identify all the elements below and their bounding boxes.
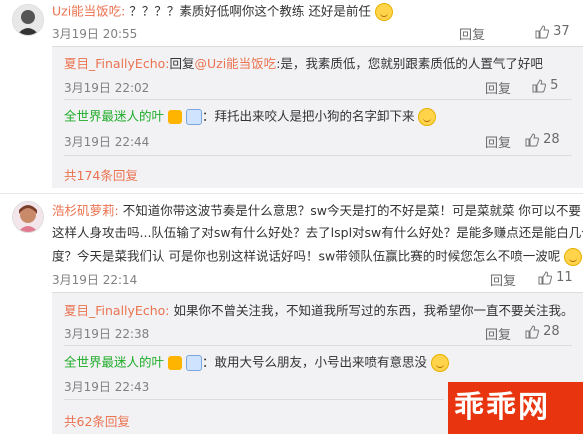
watermark-logo: 乖乖网: [448, 382, 583, 434]
reply-button[interactable]: 回复: [485, 78, 511, 97]
like-count: 37: [553, 24, 570, 39]
avatar[interactable]: [12, 4, 44, 36]
reply-username[interactable]: 全世界最迷人的叶: [64, 355, 164, 370]
reply-time: 3月19日 22:44: [64, 135, 150, 149]
watermark-text: 乖乖网: [454, 390, 550, 425]
comment-time: 3月19日 22:14: [52, 273, 138, 287]
comment-text: ？？？？素质好低啊你这个教练 还好是前任: [129, 3, 371, 19]
comment-username[interactable]: Uzi能当饭吃:: [52, 4, 125, 19]
like-count: 28: [543, 324, 560, 339]
verified-badge-icon: [185, 109, 202, 125]
vip-badge-icon: [168, 356, 182, 370]
reply-text-row: 夏目_FinallyEcho:回复@Uzi能当饭吃:是，我素质低，您就别跟素质低…: [64, 56, 543, 72]
comment-text-line: 不知道你带这波节奏是什么意思？sw今天是打的不好是菜！可是菜就菜 你可以不要: [122, 203, 581, 218]
emoji-icon: [430, 354, 449, 372]
reply-username[interactable]: 夏目_FinallyEcho:: [64, 303, 169, 318]
reply-time: 3月19日 22:43: [64, 380, 150, 394]
comment-text-row: Uzi能当饭吃: ？？？？素质好低啊你这个教练 还好是前任: [52, 3, 393, 21]
divider: [52, 46, 583, 47]
reply-username[interactable]: 夏目_FinallyEcho:: [64, 56, 169, 71]
reply-text: ：敢用大号么朋友，小号出来喷有意思没: [201, 354, 427, 370]
reply-text: ：拜托出来咬人是把小狗的名字卸下来: [201, 108, 415, 124]
mention-link[interactable]: @Uzi能当饭吃: [195, 56, 277, 71]
comment-text-row: 浩杉矶萝莉: 不知道你带这波节奏是什么意思？sw今天是打的不好是菜！可是菜就菜 …: [52, 203, 581, 219]
like-button[interactable]: 37: [535, 24, 570, 39]
comment-text-line: 度？今天是菜我们认 可是你也别这样说话好吗！sw带领队伍赢比赛的时候您怎么不喷一…: [52, 248, 561, 264]
thumbs-up-icon: [525, 324, 539, 338]
emoji-icon: [564, 248, 583, 266]
reply-button[interactable]: 回复: [490, 270, 516, 289]
reply-text-row: 全世界最迷人的叶 ：拜托出来咬人是把小狗的名字卸下来: [64, 108, 437, 126]
reply-button[interactable]: 回复: [485, 324, 511, 343]
reply-text: 如果你不曾关注我，不知道我所写过的东西，我希望你一直不要关注我。: [173, 303, 574, 318]
reply-username[interactable]: 全世界最迷人的叶: [64, 109, 164, 124]
vip-badge-icon: [168, 110, 182, 124]
reply-text-continued: :是，我素质低，您就别跟素质低的人置气了好吧: [276, 56, 543, 71]
reply-time: 3月19日 22:02: [64, 81, 150, 95]
reply-text: 回复: [169, 56, 195, 71]
thumbs-up-icon: [535, 24, 549, 38]
emoji-icon: [374, 3, 393, 21]
comment-text-line: 这样人身攻击吗...队伍输了对sw有什么好处？去了lspl对sw有什么好处？是能…: [52, 225, 583, 240]
thumbs-up-icon: [525, 132, 539, 146]
divider: [64, 345, 572, 346]
divider: [52, 292, 583, 293]
like-count: 11: [556, 270, 573, 285]
more-replies-link[interactable]: 共62条回复: [64, 411, 130, 430]
reply-text-row: 夏目_FinallyEcho: 如果你不曾关注我，不知道我所写过的东西，我希望你…: [64, 303, 573, 319]
reply-button[interactable]: 回复: [459, 24, 485, 43]
thumbs-up-icon: [532, 78, 546, 92]
comment-text-row: 度？今天是菜我们认 可是你也别这样说话好吗！sw带领队伍赢比赛的时候您怎么不喷一…: [52, 248, 583, 266]
reply-button[interactable]: 回复: [485, 132, 511, 151]
emoji-icon: [418, 108, 437, 126]
thumbs-up-icon: [538, 270, 552, 284]
divider: [0, 193, 583, 194]
like-button[interactable]: 5: [532, 78, 558, 93]
like-button[interactable]: 28: [525, 324, 560, 339]
avatar[interactable]: [12, 201, 44, 233]
divider: [64, 99, 572, 100]
reply-text-row: 全世界最迷人的叶 ：敢用大号么朋友，小号出来喷有意思没: [64, 354, 449, 372]
avatar-image: [13, 202, 43, 232]
like-count: 5: [550, 78, 559, 93]
like-button[interactable]: 28: [525, 132, 560, 147]
verified-badge-icon: [185, 355, 202, 371]
like-count: 28: [543, 132, 560, 147]
more-replies-link[interactable]: 共174条回复: [64, 165, 138, 184]
comment-time: 3月19日 20:55: [52, 27, 138, 41]
divider: [64, 399, 444, 400]
like-button[interactable]: 11: [538, 270, 573, 285]
reply-time: 3月19日 22:38: [64, 327, 150, 341]
divider: [64, 155, 572, 156]
comment-username[interactable]: 浩杉矶萝莉:: [52, 203, 119, 218]
avatar-image: [13, 5, 43, 35]
